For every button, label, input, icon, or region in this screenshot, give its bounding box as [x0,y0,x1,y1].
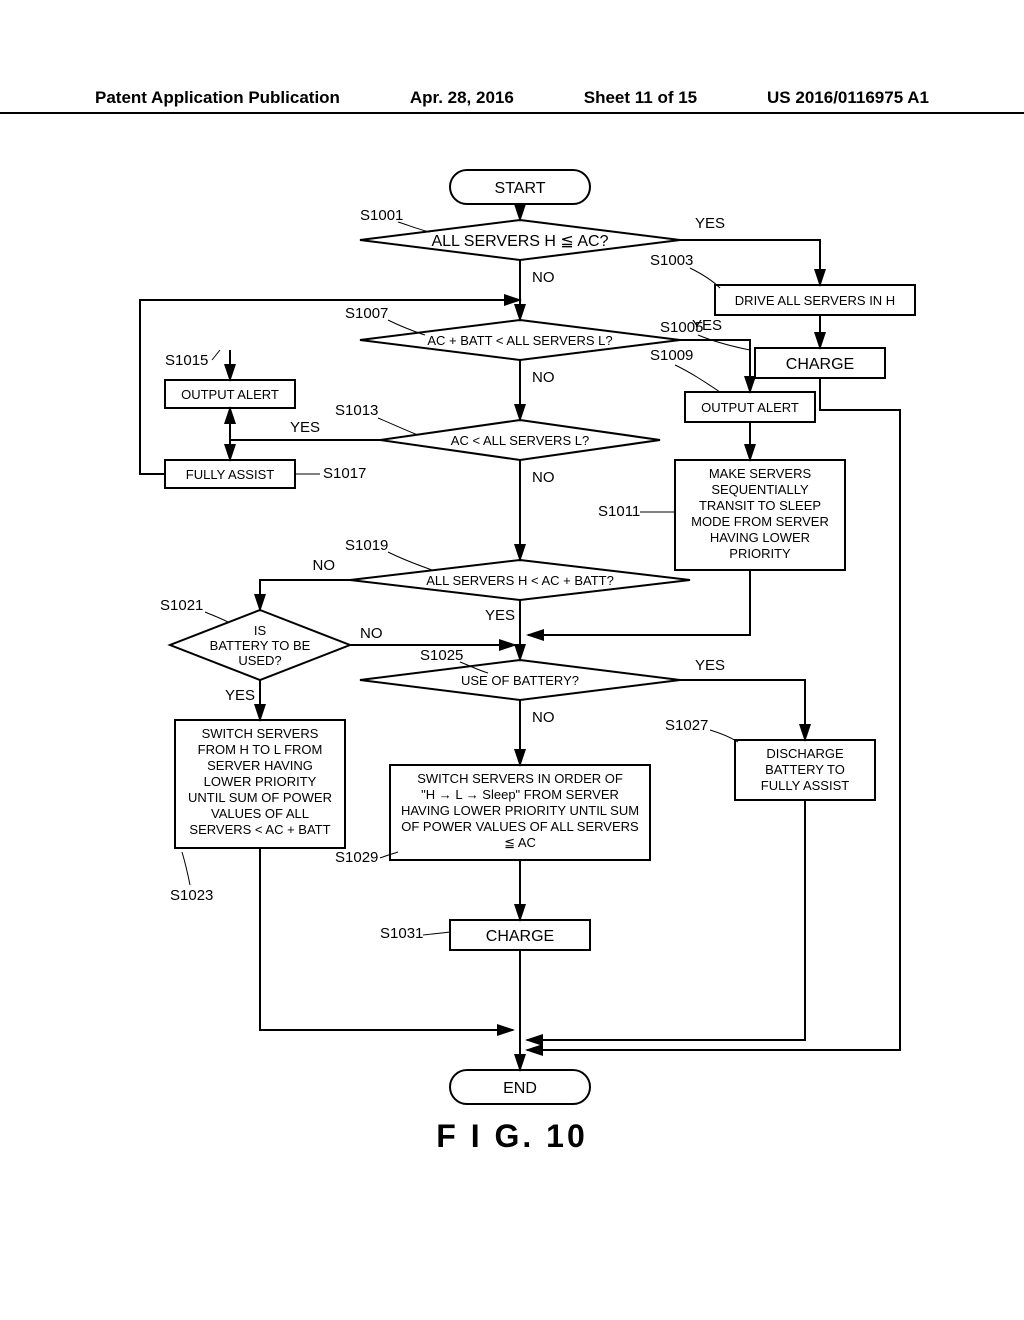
s1019-step: S1019 [345,537,388,554]
s1009-text: OUTPUT ALERT [701,400,799,415]
branch-no: NO [532,269,555,286]
s1027-l2: BATTERY TO [765,762,845,777]
s1003-step: S1003 [650,252,693,269]
s1029-l3: HAVING LOWER PRIORITY UNTIL SUM [401,803,639,818]
s1001-text: ALL SERVERS H ≦ AC? [431,233,608,250]
s1023-l3: SERVER HAVING [207,758,313,773]
s1031-step: S1031 [380,925,423,942]
branch-yes2: YES [692,317,722,334]
end-label: END [503,1080,537,1097]
s1017-step: S1017 [323,465,366,482]
s1021-l3: USED? [238,653,281,668]
s1013-step: S1013 [335,402,378,419]
s1017-text: FULLY ASSIST [186,467,274,482]
s1019-text: ALL SERVERS H < AC + BATT? [426,573,614,588]
s1027-step: S1027 [665,717,708,734]
figure-caption: F I G. 10 [0,1118,1024,1155]
branch-yes3: YES [290,419,320,436]
start-label: START [495,180,546,197]
s1023-l4: LOWER PRIORITY [204,774,317,789]
branch-no2: NO [532,369,555,386]
s1007-text: AC + BATT < ALL SERVERS L? [427,333,612,348]
s1023-l5: UNTIL SUM OF POWER [188,790,332,805]
s1013-text: AC < ALL SERVERS L? [451,433,589,448]
s1029-l5: ≦ AC [504,835,536,850]
s1023-l6: VALUES OF ALL [211,806,309,821]
header-pub: Patent Application Publication [95,88,340,108]
page-header: Patent Application Publication Apr. 28, … [0,88,1024,114]
branch-yes: YES [695,215,725,232]
s1029-step: S1029 [335,849,378,866]
branch-no4: NO [313,557,336,574]
s1015-step: S1015 [165,352,208,369]
s1029-l4: OF POWER VALUES OF ALL SERVERS [401,819,639,834]
s1023-l1: SWITCH SERVERS [202,726,319,741]
s1005-text: CHARGE [786,356,854,373]
header-date: Apr. 28, 2016 [410,88,514,108]
s1021-l1: IS [254,623,267,638]
s1011-l2: SEQUENTIALLY [711,482,809,497]
page-root: Patent Application Publication Apr. 28, … [0,0,1024,1320]
s1021-step: S1021 [160,597,203,614]
s1011-l3: TRANSIT TO SLEEP [699,498,821,513]
flowchart-svg: START ALL SERVERS H ≦ AC? YES NO S1001 D… [120,160,920,1120]
s1007-step: S1007 [345,305,388,322]
header-docnum: US 2016/0116975 A1 [767,88,929,108]
s1011-l5: HAVING LOWER [710,530,810,545]
branch-yes4: YES [485,607,515,624]
s1015-text: OUTPUT ALERT [181,387,279,402]
branch-no6: NO [532,709,555,726]
s1009-step: S1009 [650,347,693,364]
branch-no5: NO [360,625,383,642]
s1011-l1: MAKE SERVERS [709,466,812,481]
s1027-l1: DISCHARGE [766,746,844,761]
s1031-text: CHARGE [486,928,554,945]
s1029-l2: "H → L → Sleep" FROM SERVER [421,787,619,802]
s1011-l4: MODE FROM SERVER [691,514,829,529]
s1023-l2: FROM H TO L FROM [198,742,323,757]
branch-no3: NO [532,469,555,486]
s1011-l6: PRIORITY [729,546,791,561]
s1027-l3: FULLY ASSIST [761,778,849,793]
header-sheet: Sheet 11 of 15 [584,88,697,108]
s1021-l2: BATTERY TO BE [210,638,311,653]
branch-yes5: YES [225,687,255,704]
s1023-l7: SERVERS < AC + BATT [189,822,330,837]
s1011-step: S1011 [598,503,640,520]
s1025-step: S1025 [420,647,463,664]
s1001-step: S1001 [360,207,403,224]
s1029-l1: SWITCH SERVERS IN ORDER OF [417,771,623,786]
s1003-text: DRIVE ALL SERVERS IN H [735,293,895,308]
s1023-step: S1023 [170,887,213,904]
branch-yes6: YES [695,657,725,674]
s1025-text: USE OF BATTERY? [461,673,579,688]
